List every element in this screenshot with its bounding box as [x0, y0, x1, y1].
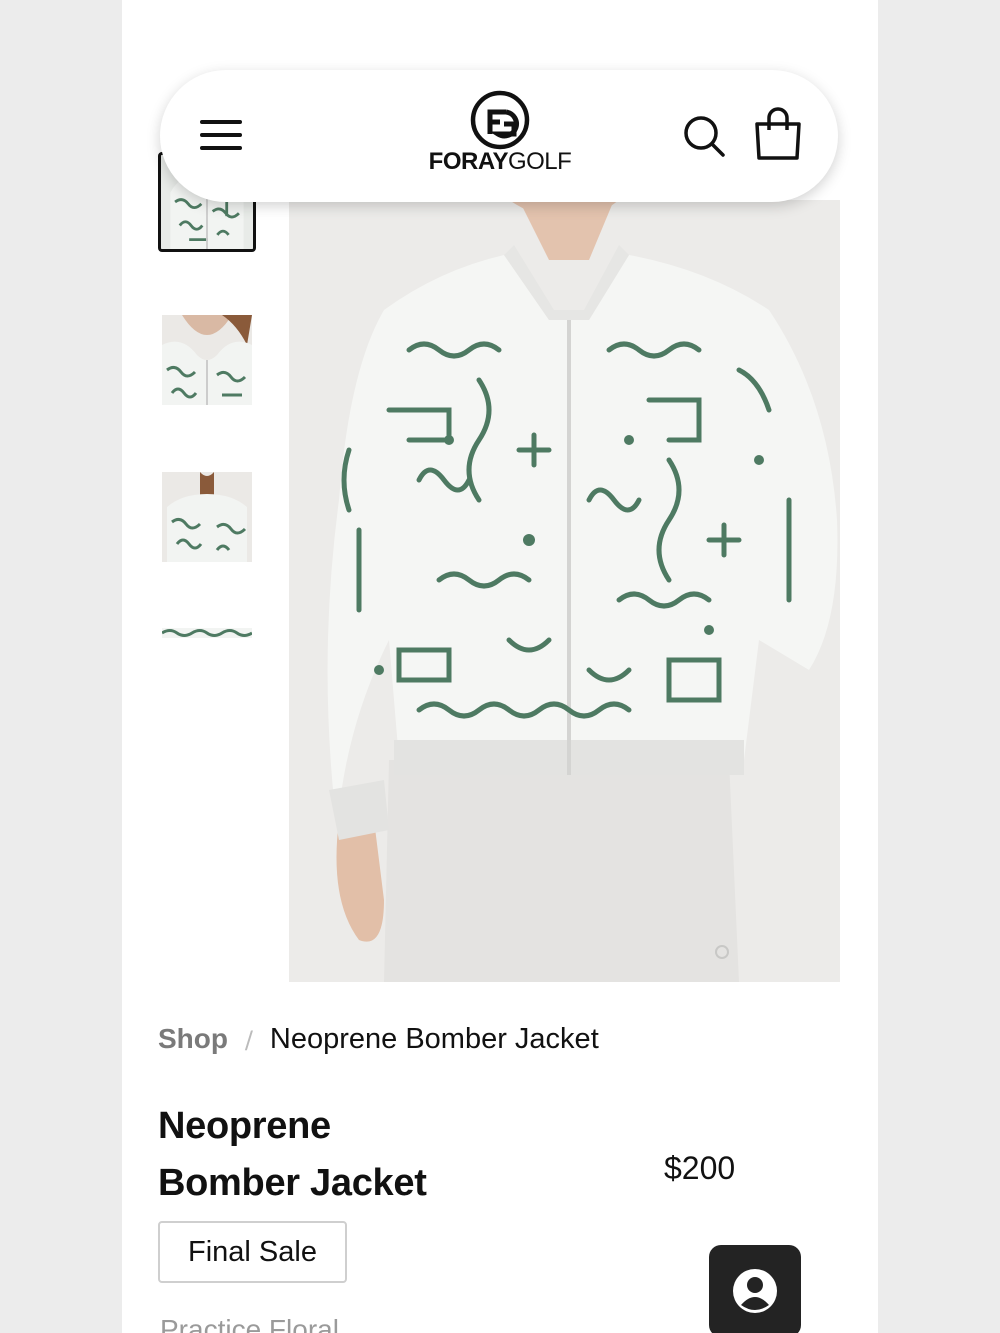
product-title-line1: Neoprene [158, 1105, 331, 1147]
foray-golf-logo-icon [470, 90, 530, 150]
product-price: $200 [664, 1150, 736, 1186]
site-header: FORAYGOLF [160, 70, 838, 202]
variant-name: Practice Floral [160, 1314, 339, 1333]
product-title-line2: Bomber Jacket [158, 1162, 427, 1204]
breadcrumb: Shop / Neoprene Bomber Jacket [158, 1022, 599, 1056]
breadcrumb-current: Neoprene Bomber Jacket [269, 1023, 599, 1055]
breadcrumb-separator: / [244, 1026, 253, 1054]
thumbnail-neckline-detail[interactable] [162, 315, 252, 405]
brand-logo[interactable]: FORAYGOLF [422, 90, 578, 180]
breadcrumb-shop-link[interactable]: Shop [158, 1023, 228, 1054]
thumbnail-fabric-detail[interactable] [162, 628, 252, 638]
search-icon[interactable] [682, 114, 726, 158]
hamburger-menu-icon[interactable] [200, 120, 242, 152]
jacket-illustration [289, 200, 840, 982]
chat-support-button[interactable] [709, 1245, 801, 1333]
product-title: Neoprene Bomber Jacket [158, 1098, 578, 1212]
main-product-image[interactable] [289, 200, 840, 982]
user-avatar-icon [733, 1269, 777, 1313]
final-sale-badge: Final Sale [158, 1221, 347, 1283]
thumbnail-back-view[interactable] [162, 472, 252, 562]
brand-wordmark: FORAYGOLF [428, 148, 572, 175]
shopping-bag-icon[interactable] [752, 106, 804, 162]
